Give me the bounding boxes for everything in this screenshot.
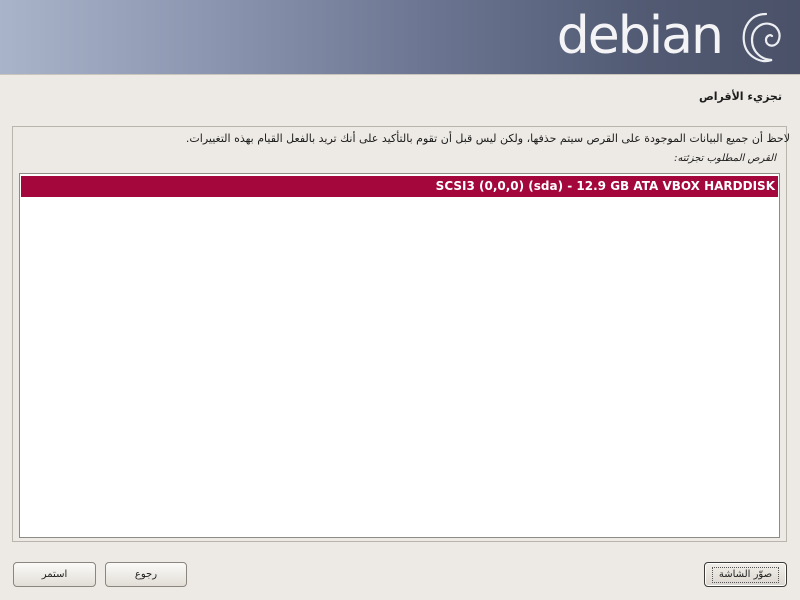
disk-list-label: القرص المطلوب تجزئته: bbox=[674, 153, 776, 164]
disk-list[interactable]: SCSI3 (0,0,0) (sda) - 12.9 GB ATA VBOX H… bbox=[19, 173, 780, 538]
instruction-text: لاحظ أن جميع البيانات الموجودة على القرص… bbox=[185, 132, 790, 145]
debian-logo-text: debian bbox=[556, 6, 724, 66]
page-title: تجزيء الأقراص bbox=[698, 90, 782, 103]
disk-item-sda[interactable]: SCSI3 (0,0,0) (sda) - 12.9 GB ATA VBOX H… bbox=[21, 176, 778, 197]
debian-banner: debian bbox=[0, 0, 800, 75]
screenshot-button-label: صوّر الشاشة bbox=[711, 567, 780, 583]
back-button[interactable]: رجوع bbox=[105, 562, 187, 587]
continue-button[interactable]: استمر bbox=[13, 562, 96, 587]
screenshot-button[interactable]: صوّر الشاشة bbox=[704, 562, 787, 587]
debian-swirl-icon bbox=[742, 12, 781, 63]
